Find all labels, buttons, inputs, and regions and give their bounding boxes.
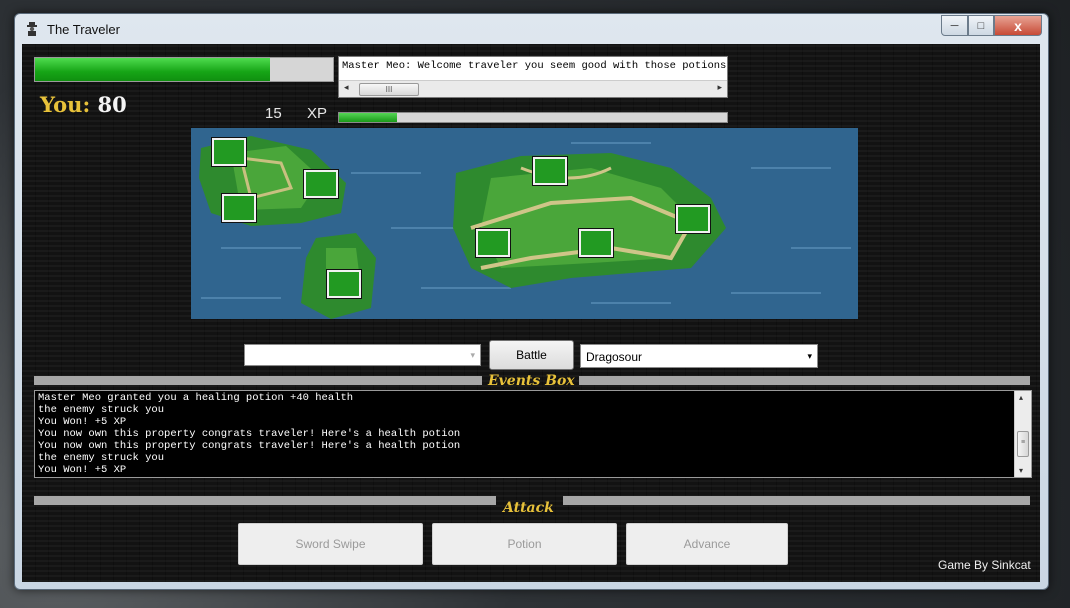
window-title: The Traveler (47, 22, 120, 37)
world-map (191, 128, 858, 319)
xp-progress-bar (338, 112, 728, 123)
battle-button[interactable]: Battle (489, 340, 574, 370)
location-select[interactable]: ▾ (244, 344, 481, 366)
scroll-left-icon[interactable]: ◂ (344, 82, 349, 93)
scroll-thumb[interactable]: III (359, 83, 419, 96)
scroll-right-icon[interactable]: ▸ (717, 82, 722, 93)
advance-button[interactable]: Advance (626, 523, 788, 565)
credit-text: Game By Sinkcat (938, 558, 1031, 572)
chevron-down-icon: ▾ (807, 351, 812, 361)
events-lines: Master Meo granted you a healing potion … (38, 392, 460, 476)
npc-message-box[interactable]: Master Meo: Welcome traveler you seem go… (338, 56, 728, 98)
potion-button[interactable]: Potion (432, 523, 617, 565)
player-label-text: You: (40, 92, 91, 117)
message-scrollbar[interactable]: ◂ III ▸ (339, 80, 727, 97)
close-button[interactable]: x (994, 15, 1042, 36)
events-log[interactable]: Master Meo granted you a healing potion … (34, 390, 1032, 478)
map-location-tile[interactable] (579, 229, 613, 257)
scroll-up-icon[interactable]: ▴ (1019, 393, 1023, 402)
scroll-thumb[interactable]: ≡ (1017, 431, 1029, 457)
event-line: You Won! +5 XP (38, 464, 127, 476)
minimize-button[interactable]: ─ (941, 15, 968, 36)
xp-value: 15 (265, 105, 282, 122)
map-terrain (199, 136, 851, 319)
maximize-button[interactable]: □ (968, 15, 994, 36)
xp-progress-fill (339, 113, 398, 122)
event-line: You now own this property congrats trave… (38, 428, 461, 440)
event-line: Master Meo granted you a healing potion … (38, 392, 354, 404)
event-line: You now own this property congrats trave… (38, 440, 461, 452)
chevron-down-icon: ▾ (470, 350, 475, 360)
game-panel: You: 80 15 XP Master Meo: Welcome travel… (22, 44, 1040, 582)
map-location-tile[interactable] (476, 229, 510, 257)
divider-right (579, 376, 1030, 385)
map-location-tile[interactable] (327, 270, 361, 298)
map-location-tile[interactable] (212, 138, 246, 166)
game-window: The Traveler ─ □ x You: 80 15 XP Master … (14, 13, 1049, 590)
title-bar[interactable]: The Traveler ─ □ x (15, 14, 1048, 44)
event-line: the enemy struck you (38, 452, 165, 464)
map-location-tile[interactable] (304, 170, 338, 198)
attack-title: Attack (503, 500, 554, 516)
xp-label: XP (307, 105, 328, 122)
events-box-title: Events Box (488, 373, 575, 389)
sword-swipe-button[interactable]: Sword Swipe (238, 523, 423, 565)
divider-right (563, 496, 1030, 505)
event-line: You Won! +5 XP (38, 416, 127, 428)
player-health-value: 80 (97, 92, 127, 117)
health-bar-fill (35, 58, 271, 81)
map-location-tile[interactable] (222, 194, 256, 222)
events-scrollbar[interactable]: ▴ ≡ ▾ (1014, 391, 1031, 477)
window-controls: ─ □ x (941, 15, 1042, 36)
health-bar (34, 57, 334, 82)
player-health-label: You: 80 (40, 92, 127, 117)
map-location-tile[interactable] (676, 205, 710, 233)
event-line: the enemy struck you (38, 404, 165, 416)
npc-message-text: Master Meo: Welcome traveler you seem go… (342, 60, 728, 72)
enemy-select-value: Dragosour (586, 350, 643, 364)
scroll-down-icon[interactable]: ▾ (1019, 466, 1023, 475)
map-location-tile[interactable] (533, 157, 567, 185)
divider-left (34, 496, 496, 505)
divider-left (34, 376, 482, 385)
traveler-icon (27, 22, 37, 36)
enemy-select[interactable]: Dragosour ▾ (580, 344, 818, 368)
